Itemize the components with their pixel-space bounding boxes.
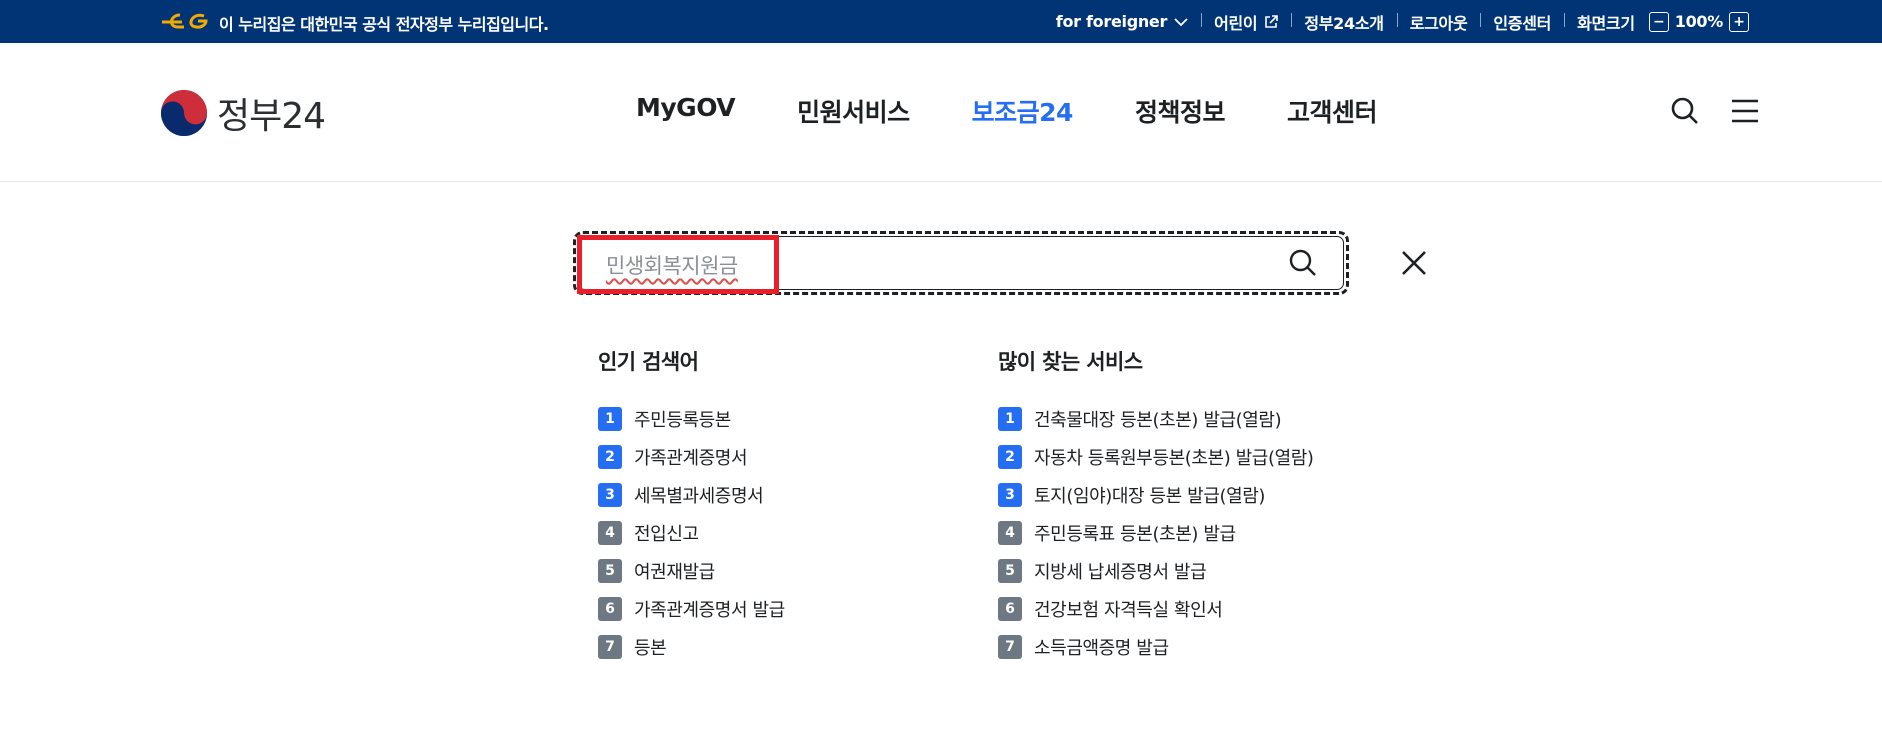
close-icon[interactable] (1400, 249, 1428, 277)
home-logo-link[interactable]: 정부24 (160, 87, 326, 139)
nav-subsidy24[interactable]: 보조금24 (972, 93, 1074, 129)
rank-badge: 2 (598, 445, 622, 469)
search-submit-icon[interactable] (1288, 248, 1318, 278)
popular-keywords-list: 1 주민등록등본 2 가족관계증명서 3 세목별과세증명서 4 전입신고 5 여권재발급 6 가족관계… (598, 400, 785, 666)
menu-icon[interactable] (1730, 96, 1760, 126)
list-item-label[interactable]: 자동차 등록원부등본(초본) 발급(열람) (1034, 444, 1314, 470)
taegeuk-logo-icon (161, 90, 207, 136)
list-item-label[interactable]: 여권재발급 (634, 558, 715, 584)
rank-badge: 5 (998, 559, 1022, 583)
list-item[interactable]: 4 전입신고 (598, 514, 785, 552)
external-link-icon (1265, 14, 1279, 28)
zoom-in-button[interactable]: + (1729, 11, 1749, 32)
list-item[interactable]: 3 토지(임야)대장 등본 발급(열람) (998, 476, 1314, 514)
utility-menu: for foreigner 어린이 정부24소개 로그아웃 인증센터 화면크기 … (1043, 0, 1762, 43)
rank-badge: 2 (998, 445, 1022, 469)
nav-customer-center[interactable]: 고객센터 (1287, 93, 1378, 129)
main-navigation: MyGOV 민원서비스 보조금24 정책정보 고객센터 (636, 93, 1439, 129)
nav-policy-info[interactable]: 정책정보 (1135, 93, 1226, 129)
official-site-notice: 이 누리집은 대한민국 공식 전자정부 누리집입니다. (219, 15, 549, 34)
list-item[interactable]: 1 건축물대장 등본(초본) 발급(열람) (998, 400, 1314, 438)
list-item[interactable]: 1 주민등록등본 (598, 400, 785, 438)
kids-link[interactable]: 어린이 (1201, 10, 1291, 34)
egov-logo-icon (162, 13, 208, 29)
list-item[interactable]: 6 건강보험 자격득실 확인서 (998, 590, 1314, 628)
annotation-highlight-box (577, 235, 779, 294)
screen-size-label: 화면크기 (1577, 13, 1635, 33)
list-item-label[interactable]: 가족관계증명서 발급 (634, 596, 785, 622)
popular-keywords: 인기 검색어 1 주민등록등본 2 가족관계증명서 3 세목별과세증명서 4 전입신고 5 여권재… (598, 346, 785, 666)
list-item-label[interactable]: 소득금액증명 발급 (1034, 634, 1169, 660)
rank-badge: 3 (998, 483, 1022, 507)
list-item-label[interactable]: 등본 (634, 634, 667, 660)
list-item-label[interactable]: 건강보험 자격득실 확인서 (1034, 596, 1223, 622)
site-header: 정부24 MyGOV 민원서비스 보조금24 정책정보 고객센터 (0, 43, 1882, 182)
for-foreigner-label: for foreigner (1055, 12, 1168, 31)
rank-badge: 6 (598, 597, 622, 621)
search-icon[interactable] (1670, 96, 1700, 126)
list-item-label[interactable]: 건축물대장 등본(초본) 발급(열람) (1034, 406, 1282, 432)
rank-badge: 4 (598, 521, 622, 545)
rank-badge: 7 (598, 635, 622, 659)
brand-name: 정부24 (217, 96, 326, 137)
cert-center-link[interactable]: 인증센터 (1480, 10, 1564, 34)
list-item[interactable]: 7 소득금액증명 발급 (998, 628, 1314, 666)
list-item-label[interactable]: 지방세 납세증명서 발급 (1034, 558, 1207, 584)
rank-badge: 5 (598, 559, 622, 583)
frequent-services-title: 많이 찾는 서비스 (998, 350, 1143, 374)
frequent-services-list: 1 건축물대장 등본(초본) 발급(열람) 2 자동차 등록원부등본(초본) 발급(열… (998, 400, 1314, 666)
rank-badge: 1 (598, 407, 622, 431)
list-item[interactable]: 6 가족관계증명서 발급 (598, 590, 785, 628)
for-foreigner-link[interactable]: for foreigner (1043, 12, 1201, 31)
rank-badge: 7 (998, 635, 1022, 659)
list-item-label[interactable]: 가족관계증명서 (634, 444, 748, 470)
zoom-value: 100% (1674, 12, 1724, 31)
list-item[interactable]: 5 지방세 납세증명서 발급 (998, 552, 1314, 590)
zoom-out-button[interactable]: − (1648, 11, 1669, 32)
rank-badge: 6 (998, 597, 1022, 621)
list-item[interactable]: 7 등본 (598, 628, 785, 666)
list-item-label[interactable]: 토지(임야)대장 등본 발급(열람) (1034, 482, 1265, 508)
nav-civil-service[interactable]: 민원서비스 (797, 93, 910, 129)
list-item[interactable]: 2 가족관계증명서 (598, 438, 785, 476)
rank-badge: 4 (998, 521, 1022, 545)
list-item[interactable]: 5 여권재발급 (598, 552, 785, 590)
list-item[interactable]: 4 주민등록표 등본(초본) 발급 (998, 514, 1314, 552)
frequent-services: 많이 찾는 서비스 1 건축물대장 등본(초본) 발급(열람) 2 자동차 등록원부등… (998, 346, 1314, 666)
logout-link[interactable]: 로그아웃 (1396, 10, 1481, 34)
list-item-label[interactable]: 세목별과세증명서 (634, 482, 764, 508)
kids-label: 어린이 (1214, 13, 1258, 33)
list-item[interactable]: 3 세목별과세증명서 (598, 476, 785, 514)
screen-size-control: 화면크기 − 100% + (1564, 10, 1762, 34)
intro-link[interactable]: 정부24소개 (1291, 10, 1396, 34)
list-item[interactable]: 2 자동차 등록원부등본(초본) 발급(열람) (998, 438, 1314, 476)
nav-mygov[interactable]: MyGOV (636, 93, 736, 129)
popular-keywords-title: 인기 검색어 (598, 350, 699, 374)
list-item-label[interactable]: 주민등록표 등본(초본) 발급 (1034, 520, 1236, 546)
rank-badge: 1 (998, 407, 1022, 431)
chevron-down-icon (1174, 17, 1188, 26)
government-banner: 이 누리집은 대한민국 공식 전자정부 누리집입니다. for foreigne… (0, 0, 1882, 43)
list-item-label[interactable]: 전입신고 (634, 520, 699, 546)
list-item-label[interactable]: 주민등록등본 (634, 406, 731, 432)
rank-badge: 3 (598, 483, 622, 507)
